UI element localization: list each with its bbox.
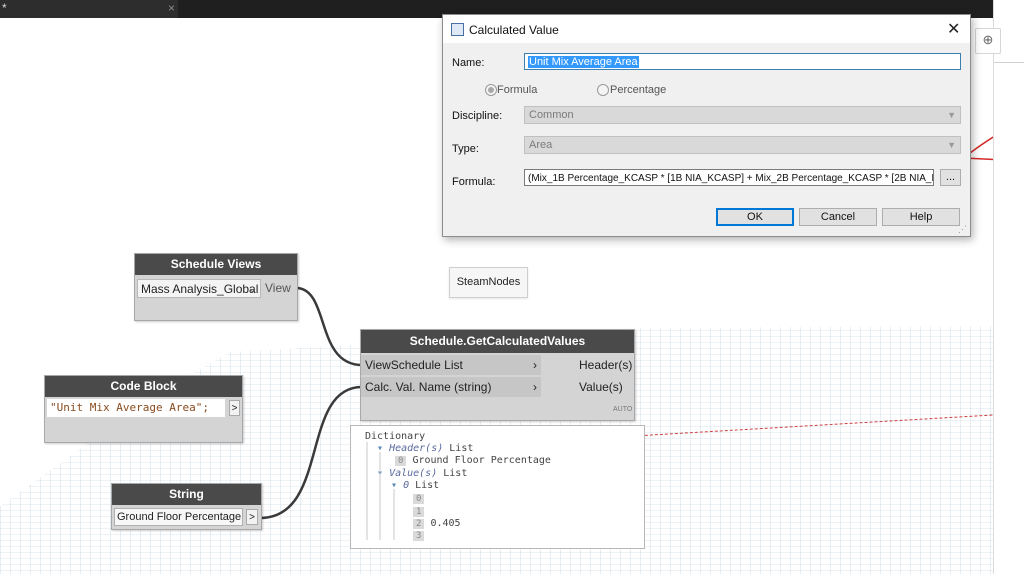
port-label: Calc. Val. Name (string)	[365, 380, 492, 394]
formula-browse-button[interactable]: ...	[940, 169, 961, 186]
list-index: 3	[413, 531, 425, 541]
input-port-viewschedule[interactable]: ViewSchedule List ›	[361, 355, 541, 375]
watch-header-item: 0 Ground Floor Percentage	[395, 455, 551, 466]
node-title: String	[112, 484, 261, 505]
chevron-down-icon: ▼	[947, 140, 956, 150]
output-port-string[interactable]: >	[246, 509, 258, 525]
watch-item-2: 2 0.405	[413, 518, 461, 529]
help-button[interactable]: Help	[882, 208, 960, 226]
formula-field-value: (Mix_1B Percentage_KCASP * [1B NIA_KCASP…	[528, 173, 934, 184]
name-field[interactable]: Unit Mix Average Area	[524, 53, 961, 70]
port-arrow-icon: ›	[533, 358, 537, 372]
item-value: 0.405	[430, 518, 461, 529]
formula-radio[interactable]	[485, 84, 497, 96]
resize-grip-icon[interactable]: ⋰	[958, 224, 967, 235]
node-string[interactable]: String Ground Floor Percentage >	[111, 483, 262, 530]
discipline-label: Discipline:	[452, 110, 503, 122]
name-field-value: Unit Mix Average Area	[528, 56, 639, 68]
node-title: Schedule.GetCalculatedValues	[361, 330, 634, 353]
string-input[interactable]: Ground Floor Percentage	[114, 508, 243, 526]
chevron-down-icon: ⌄	[248, 284, 256, 294]
type-label: Type:	[452, 143, 479, 155]
dialog-titlebar[interactable]: Calculated Value ✕	[443, 15, 970, 43]
node-preview-watch[interactable]: Dictionary ▾ Header(s) List 0 Ground Flo…	[350, 425, 645, 549]
node-title: Code Block	[45, 376, 242, 397]
value-list-label: List	[443, 468, 468, 479]
tab-workspace[interactable]: * ×	[0, 0, 178, 18]
dialog-app-icon	[451, 23, 464, 36]
node-title: Schedule Views	[135, 254, 297, 275]
input-port-calc-name[interactable]: Calc. Val. Name (string) ›	[361, 377, 541, 397]
port-arrow-icon: ›	[533, 380, 537, 394]
watch-item-0: 0	[413, 493, 425, 504]
output-port-headers[interactable]: Header(s)	[579, 358, 632, 372]
header-value: Ground Floor Percentage	[412, 455, 551, 466]
node-code-block[interactable]: Code Block "Unit Mix Average Area"; >	[44, 375, 243, 443]
node-schedule-views[interactable]: Schedule Views Mass Analysis_Global ⌄ Vi…	[134, 253, 298, 321]
header-list-label: List	[449, 443, 474, 454]
steamnodes-label[interactable]: SteamNodes	[449, 267, 528, 298]
watch-item-1: 1	[413, 506, 425, 517]
tab-close-icon[interactable]: ×	[168, 1, 175, 15]
port-label: ViewSchedule List	[365, 358, 463, 372]
code-text: "Unit Mix Average Area";	[50, 401, 209, 414]
code-editor[interactable]: "Unit Mix Average Area";	[47, 399, 225, 417]
schedule-dropdown[interactable]: Mass Analysis_Global ⌄	[137, 279, 261, 298]
discipline-value: Common	[529, 109, 574, 121]
name-label: Name:	[452, 57, 485, 69]
dropdown-value: Mass Analysis_Global	[141, 282, 259, 296]
cancel-button[interactable]: Cancel	[799, 208, 877, 226]
tab-unsaved-marker: *	[2, 1, 7, 15]
formula-label: Formula:	[452, 176, 496, 188]
list-index: 0	[413, 494, 425, 504]
string-value: Ground Floor Percentage	[117, 511, 242, 523]
discipline-select[interactable]: Common ▼	[524, 106, 961, 124]
watch-item-3: 3	[413, 530, 425, 541]
output-port-view[interactable]: View	[265, 281, 291, 295]
percentage-radio-label: Percentage	[610, 84, 667, 96]
list-index: 1	[413, 507, 425, 517]
list-index: 2	[413, 519, 425, 529]
dynamo-canvas[interactable]: * × ⊕ Schedule Views Mass Analysis_Globa…	[0, 0, 1024, 574]
right-panel	[993, 0, 1024, 574]
output-port-values[interactable]: Value(s)	[579, 380, 623, 394]
formula-field[interactable]: (Mix_1B Percentage_KCASP * [1B NIA_KCASP…	[524, 169, 934, 186]
output-port-code[interactable]: >	[229, 400, 240, 416]
panel-divider	[994, 62, 1024, 63]
formula-radio-label: Formula	[497, 84, 538, 96]
tree-guides	[366, 442, 395, 540]
calculated-value-dialog: Calculated Value ✕ Name: Unit Mix Averag…	[442, 14, 971, 237]
node-get-calculated-values[interactable]: Schedule.GetCalculatedValues ViewSchedul…	[360, 329, 635, 421]
chevron-down-icon: ▼	[947, 110, 956, 120]
ok-button[interactable]: OK	[716, 208, 794, 226]
type-select[interactable]: Area ▼	[524, 136, 961, 154]
percentage-radio[interactable]	[597, 84, 609, 96]
zoom-extents-icon[interactable]: ⊕	[975, 28, 1001, 54]
dialog-title: Calculated Value	[469, 23, 559, 37]
close-icon[interactable]: ✕	[947, 19, 960, 39]
sublist-label: List	[415, 480, 440, 491]
type-value: Area	[529, 139, 553, 151]
lacing-indicator[interactable]: AUTO	[613, 406, 632, 413]
